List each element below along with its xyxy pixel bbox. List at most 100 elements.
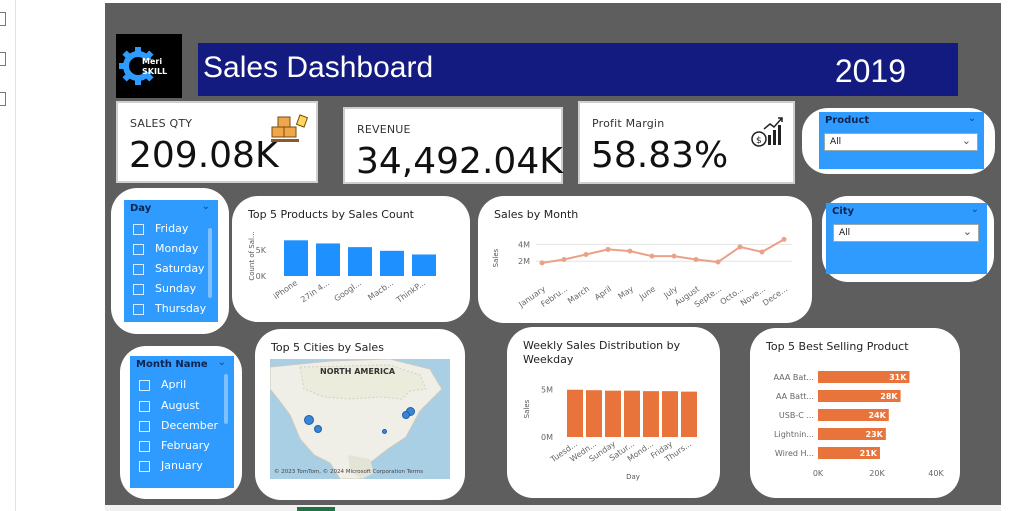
- kpi-value: 34,492.04K: [356, 141, 563, 182]
- y-tick-label: Lightnin...: [774, 430, 814, 439]
- bar: [567, 389, 583, 437]
- kpi-label: Profit Margin: [592, 117, 665, 130]
- data-label: 31K: [889, 373, 907, 382]
- weekly-sales-card[interactable]: Weekly Sales Distribution by Weekday 5M 0…: [507, 327, 720, 498]
- data-point: [693, 257, 699, 263]
- bar: [348, 247, 372, 276]
- kpi-card-profit-margin[interactable]: Profit Margin 58.83% $: [578, 101, 795, 184]
- y-tick-label: 5K: [256, 246, 267, 255]
- checkbox[interactable]: [133, 284, 144, 295]
- checkbox[interactable]: [133, 224, 144, 235]
- meriskill-logo: Meri SKILL: [116, 34, 182, 98]
- kpi-value: 209.08K: [129, 135, 279, 176]
- bar: [380, 250, 404, 276]
- sales-by-month-card[interactable]: Sales by Month 4M 2M Sales January Febru... M…: [478, 196, 812, 323]
- data-point: [561, 257, 567, 263]
- top-cities-map-card[interactable]: Top 5 Cities by Sales NORTH AMERICA © 20…: [255, 329, 465, 500]
- map-credit: © 2023 TomTom, © 2024 Microsoft Corporat…: [274, 469, 423, 475]
- weekly-sales-chart: 5M0MSalesDayTuesd...Wedn...SundaySatur..…: [523, 386, 697, 481]
- slicer-title: Product: [825, 115, 870, 126]
- bar: [681, 391, 697, 437]
- month-slicer[interactable]: Month Name ⌄ April August December Febru…: [130, 356, 234, 488]
- data-point: [649, 253, 655, 259]
- x-tick-label: April: [593, 284, 613, 302]
- city-bubble[interactable]: [314, 425, 322, 433]
- dropdown-value: All: [830, 137, 842, 147]
- kpi-card-revenue[interactable]: REVENUE 34,492.04K: [343, 107, 563, 184]
- product-slicer[interactable]: Product ⌄ All ⌄: [819, 112, 984, 169]
- city-slicer[interactable]: City ⌄ All ⌄: [826, 203, 987, 274]
- sales-by-month-chart: 4M2MSalesJanuaryFebru...March April May Jun…: [492, 236, 792, 310]
- product-dropdown[interactable]: All ⌄: [824, 133, 978, 151]
- checkbox[interactable]: [133, 304, 144, 315]
- checkbox[interactable]: [139, 441, 150, 452]
- chevron-down-icon: ⌄: [962, 225, 972, 238]
- data-point: [715, 259, 721, 265]
- active-page-tab[interactable]: [297, 507, 335, 511]
- report-view-icon[interactable]: [0, 12, 6, 26]
- page-tabs-strip: [105, 505, 1001, 511]
- scrollbar[interactable]: [224, 374, 228, 424]
- checkbox[interactable]: [139, 380, 150, 391]
- y-tick-label: USB-C ...: [779, 411, 814, 420]
- report-window: Meri SKILL Sales Dashboard 2019 SALES QT…: [0, 0, 1020, 511]
- checkbox[interactable]: [133, 264, 144, 275]
- checkbox[interactable]: [139, 461, 150, 472]
- city-dropdown[interactable]: All ⌄: [833, 224, 979, 242]
- map-area[interactable]: NORTH AMERICA © 2023 TomTom, © 2024 Micr…: [270, 359, 450, 479]
- day-slicer[interactable]: Day ⌄ Friday Monday Saturday Sunday Thur…: [124, 200, 218, 322]
- x-tick-label: Dece...: [761, 284, 789, 307]
- list-item-label: April: [161, 378, 187, 391]
- x-tick-label: June: [637, 284, 657, 302]
- title-banner: Sales Dashboard 2019: [198, 43, 958, 96]
- best-selling-card[interactable]: Top 5 Best Selling Product AAA Bat... 31K…: [750, 328, 960, 498]
- table-view-icon[interactable]: [0, 52, 6, 66]
- x-tick-label: 27in 4...: [299, 278, 331, 304]
- logo-text-meri: Meri: [142, 57, 162, 66]
- list-item-label: Thursday: [155, 302, 207, 315]
- x-tick-label: 0K: [813, 469, 824, 478]
- scrollbar[interactable]: [208, 228, 212, 298]
- data-point: [737, 244, 743, 250]
- kpi-card-sales-qty[interactable]: SALES QTY 209.08K: [116, 101, 318, 183]
- chevron-down-icon[interactable]: ⌄: [202, 201, 210, 212]
- bar: [316, 243, 340, 276]
- top-products-chart-card[interactable]: Top 5 Products by Sales Count 5K 0K Count …: [232, 196, 470, 322]
- y-tick-label: Wired H...: [775, 449, 814, 458]
- list-item-label: January: [161, 459, 203, 472]
- x-tick-label: ThinkP...: [394, 278, 427, 305]
- checkbox[interactable]: [139, 421, 150, 432]
- north-america-map: [270, 359, 443, 479]
- chevron-down-icon[interactable]: ⌄: [968, 113, 976, 124]
- list-item-label: Friday: [155, 222, 189, 235]
- chevron-down-icon[interactable]: ⌄: [218, 357, 226, 368]
- chart-title: Top 5 Cities by Sales: [271, 341, 384, 354]
- bar: [586, 390, 602, 437]
- city-bubble[interactable]: [304, 415, 314, 425]
- list-item-label: Saturday: [155, 262, 205, 275]
- y-axis-title: Sales: [492, 248, 500, 267]
- city-bubble[interactable]: [402, 411, 410, 419]
- city-bubble[interactable]: [382, 429, 387, 434]
- page-title: Sales Dashboard: [203, 51, 434, 84]
- data-label: 23K: [866, 430, 884, 439]
- list-item-label: August: [161, 399, 200, 412]
- money-growth-icon: $: [751, 117, 783, 147]
- list-item-label: Sunday: [155, 282, 197, 295]
- y-tick-label: 2M: [518, 257, 530, 266]
- day-slicer-card: Day ⌄ Friday Monday Saturday Sunday Thur…: [111, 188, 229, 334]
- y-tick-label: AAA Bat...: [773, 373, 814, 382]
- top-products-chart: 5K 0KCount of Sal... iPhone 27in 4... Googl.…: [248, 231, 436, 305]
- list-item-label: February: [161, 439, 210, 452]
- checkbox[interactable]: [133, 244, 144, 255]
- x-tick-label: Googl...: [333, 278, 363, 303]
- city-slicer-card: City ⌄ All ⌄: [822, 196, 994, 282]
- x-tick-label: iPhone: [272, 278, 299, 301]
- x-tick-label: May: [616, 284, 635, 301]
- chevron-down-icon[interactable]: ⌄: [971, 204, 979, 215]
- model-view-icon[interactable]: [0, 92, 6, 106]
- slicer-title: Month Name: [136, 359, 208, 370]
- checkbox[interactable]: [139, 401, 150, 412]
- x-tick-label: 40K: [928, 469, 944, 478]
- y-axis-title: Count of Sal...: [248, 231, 256, 280]
